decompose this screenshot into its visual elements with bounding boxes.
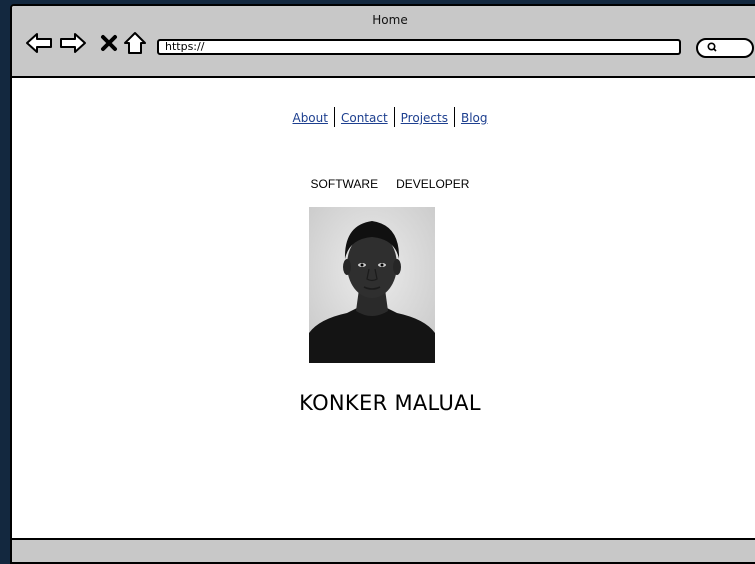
address-bar[interactable]: https:// <box>157 39 681 55</box>
browser-toolbar: Home https:// <box>12 6 755 78</box>
close-icon <box>101 35 117 51</box>
nav-link-about[interactable]: About <box>292 111 327 125</box>
status-bar <box>12 538 755 562</box>
arrow-left-icon <box>26 33 52 53</box>
home-button[interactable] <box>120 28 150 58</box>
back-button[interactable] <box>24 28 54 58</box>
profile-name: KONKER MALUAL <box>299 391 481 415</box>
nav-divider <box>333 107 335 127</box>
search-field[interactable] <box>696 38 754 58</box>
arrow-right-icon <box>60 33 86 53</box>
forward-button[interactable] <box>58 28 88 58</box>
nav-link-projects[interactable]: Projects <box>401 111 448 125</box>
subtitle-word: DEVELOPER <box>396 177 470 191</box>
nav-divider <box>393 107 395 127</box>
profile-photo <box>309 207 435 363</box>
search-icon <box>707 42 717 56</box>
subtitle-word: SOFTWARE <box>310 177 379 191</box>
browser-window: Home https:// About Contact Projects Blo… <box>10 4 755 564</box>
site-nav: About Contact Projects Blog <box>12 107 755 127</box>
nav-link-contact[interactable]: Contact <box>341 111 388 125</box>
home-icon <box>124 32 146 54</box>
nav-divider <box>453 107 455 127</box>
person-portrait-icon <box>309 207 435 363</box>
nav-link-blog[interactable]: Blog <box>461 111 488 125</box>
page-subtitle: SOFTWARE DEVELOPER <box>12 177 755 191</box>
window-title: Home <box>372 13 408 27</box>
